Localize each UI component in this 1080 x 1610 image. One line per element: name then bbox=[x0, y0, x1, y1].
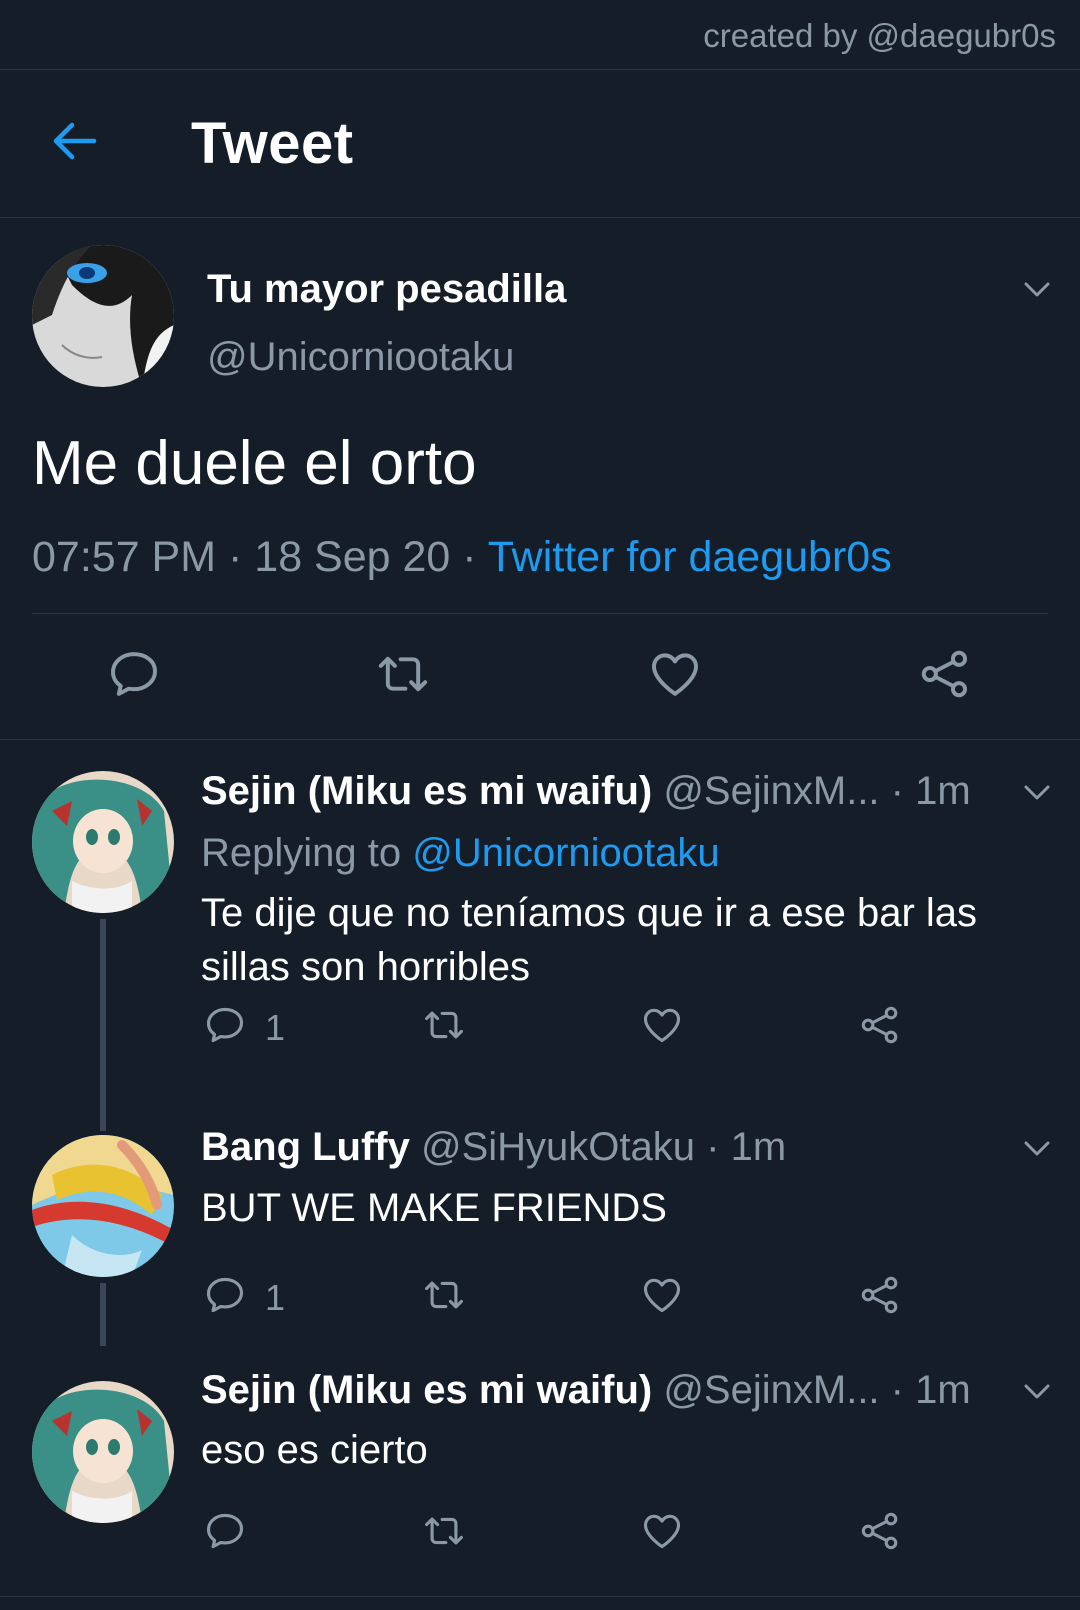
avatar[interactable] bbox=[32, 245, 174, 387]
watermark: created by @daegubr0s bbox=[0, 0, 1080, 70]
tweet-date: 18 Sep 20 bbox=[254, 533, 451, 581]
thread-line bbox=[100, 1101, 106, 1131]
reply-icon[interactable] bbox=[203, 1003, 247, 1047]
chevron-down-icon[interactable] bbox=[1022, 1382, 1052, 1402]
retweet-icon[interactable] bbox=[422, 1003, 466, 1047]
reply-tweet[interactable]: Sejin (Miku es mi waifu) @SejinxM... · 1… bbox=[0, 1346, 1080, 1596]
retweet-icon[interactable] bbox=[422, 1273, 466, 1317]
retweet-icon[interactable] bbox=[375, 646, 431, 702]
author-handle[interactable]: @SejinxM... bbox=[663, 1368, 879, 1412]
reply-header: Bang Luffy @SiHyukOtaku · 1m bbox=[201, 1125, 786, 1170]
share-icon[interactable] bbox=[858, 1509, 902, 1553]
like-icon[interactable] bbox=[640, 1003, 684, 1047]
tweet-text: Te dije que no teníamos que ir a ese bar… bbox=[201, 891, 978, 989]
app-header: Tweet bbox=[0, 70, 1080, 218]
reply-count: 1 bbox=[265, 1277, 286, 1318]
author-handle[interactable]: @SejinxM... bbox=[663, 769, 879, 813]
replying-to: Replying to @Unicorniootaku bbox=[201, 831, 720, 876]
reply-icon[interactable] bbox=[106, 646, 162, 702]
reply-tweet[interactable]: Sejin (Miku es mi waifu) @SejinxM... · 1… bbox=[0, 741, 1080, 1101]
like-icon[interactable] bbox=[640, 1509, 684, 1553]
reply-header: Sejin (Miku es mi waifu) @SejinxM... · 1… bbox=[201, 769, 971, 814]
tweet-text: BUT WE MAKE FRIENDS bbox=[201, 1186, 667, 1230]
reply-header: Sejin (Miku es mi waifu) @SejinxM... · 1… bbox=[201, 1368, 971, 1413]
reply-count: 1 bbox=[265, 1007, 286, 1048]
avatar[interactable] bbox=[32, 1135, 174, 1277]
author-handle[interactable]: @SiHyukOtaku bbox=[421, 1125, 695, 1169]
author-name[interactable]: Tu mayor pesadilla bbox=[207, 267, 566, 312]
tweet-source-link[interactable]: Twitter for daegubr0s bbox=[488, 533, 892, 581]
thread-line bbox=[100, 1283, 106, 1346]
divider bbox=[32, 613, 1048, 614]
page-title: Tweet bbox=[191, 111, 354, 176]
like-icon[interactable] bbox=[640, 1273, 684, 1317]
reply-tweet[interactable]: Bang Luffy @SiHyukOtaku · 1m BUT WE MAKE… bbox=[0, 1101, 1080, 1346]
avatar[interactable] bbox=[32, 771, 174, 913]
author-name[interactable]: Sejin (Miku es mi waifu) bbox=[201, 769, 652, 813]
avatar[interactable] bbox=[32, 1381, 174, 1523]
like-icon[interactable] bbox=[647, 646, 703, 702]
chevron-down-icon[interactable] bbox=[1022, 1139, 1052, 1159]
reply-icon[interactable] bbox=[203, 1273, 247, 1317]
arrow-left-icon[interactable] bbox=[50, 116, 100, 166]
meta-separator: · bbox=[450, 533, 488, 581]
replying-label: Replying to bbox=[201, 831, 413, 875]
main-tweet: Tu mayor pesadilla @Unicorniootaku Me du… bbox=[0, 218, 1080, 740]
author-name[interactable]: Bang Luffy bbox=[201, 1125, 410, 1169]
author-name[interactable]: Sejin (Miku es mi waifu) bbox=[201, 1368, 652, 1412]
chevron-down-icon[interactable] bbox=[1022, 783, 1052, 803]
tweet-time: · 1m bbox=[695, 1125, 787, 1169]
retweet-icon[interactable] bbox=[422, 1509, 466, 1553]
tweet-time: 07:57 PM bbox=[32, 533, 217, 581]
reply-icon[interactable] bbox=[203, 1509, 247, 1553]
author-handle[interactable]: @Unicorniootaku bbox=[207, 335, 514, 380]
tweet-text: eso es cierto bbox=[201, 1428, 428, 1472]
tweet-time: · 1m bbox=[879, 1368, 971, 1412]
replying-handle-link[interactable]: @Unicorniootaku bbox=[412, 831, 719, 875]
tweet-time: · 1m bbox=[879, 769, 971, 813]
chevron-down-icon[interactable] bbox=[1022, 280, 1052, 300]
share-icon[interactable] bbox=[858, 1003, 902, 1047]
tweet-meta: 07:57 PM · 18 Sep 20 · Twitter for daegu… bbox=[32, 533, 892, 582]
meta-separator: · bbox=[216, 533, 255, 581]
divider bbox=[0, 1596, 1080, 1597]
share-icon[interactable] bbox=[858, 1273, 902, 1317]
thread-line bbox=[100, 919, 106, 1101]
tweet-text: Me duele el orto bbox=[32, 429, 477, 498]
share-icon[interactable] bbox=[917, 646, 973, 702]
